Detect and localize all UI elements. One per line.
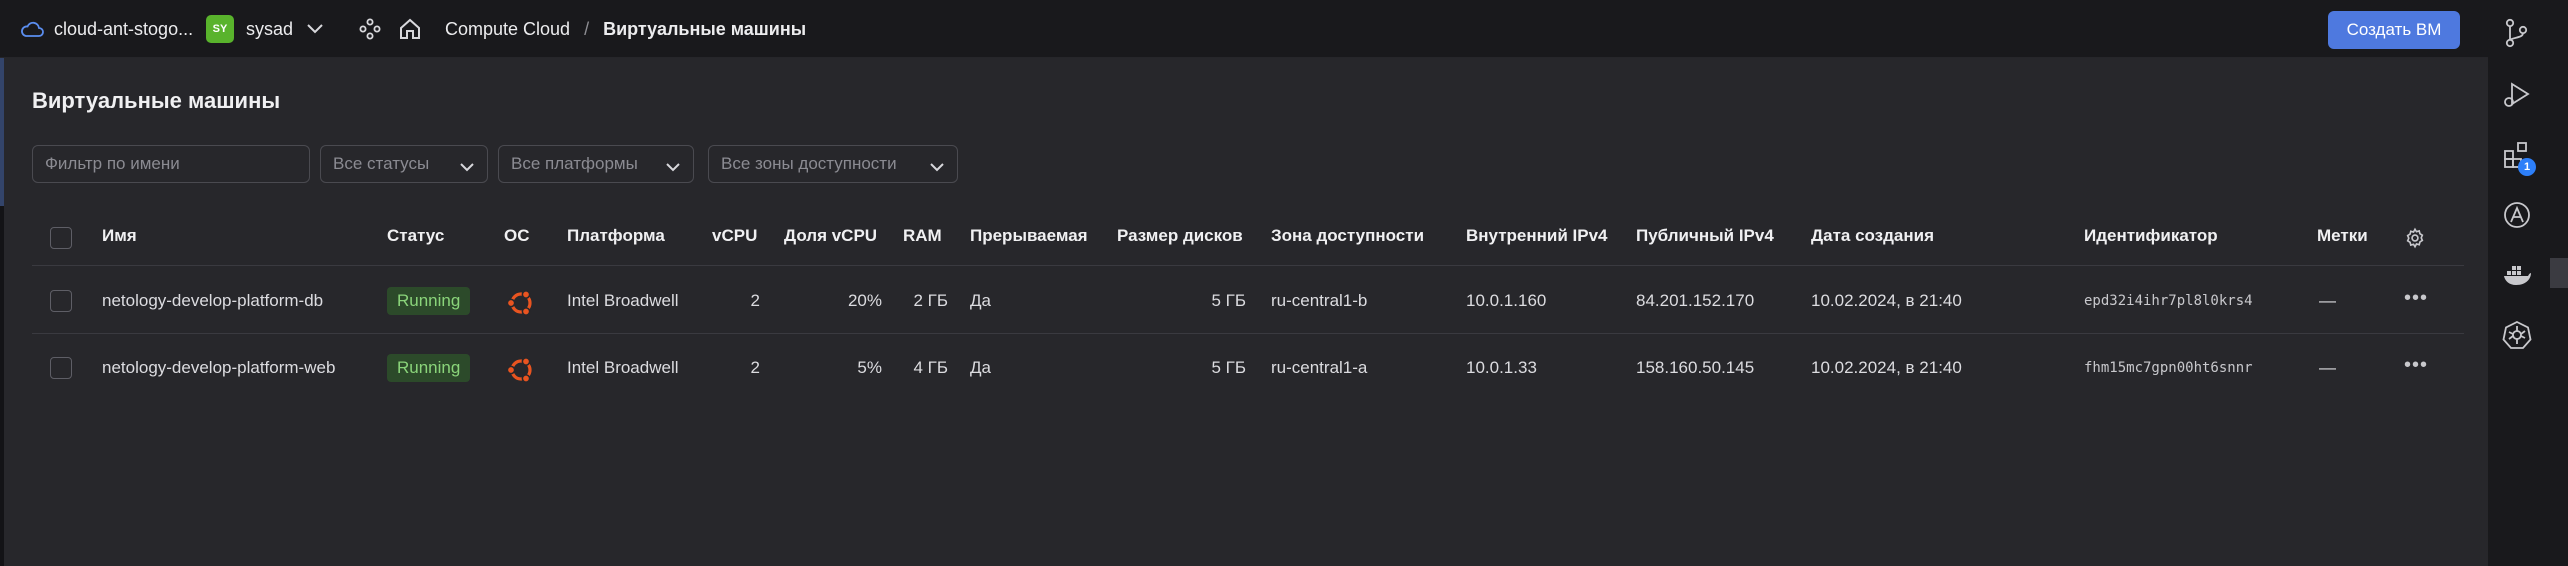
row-checkbox[interactable] bbox=[50, 290, 72, 312]
select-all-checkbox[interactable] bbox=[50, 227, 72, 249]
vm-internal-ip[interactable]: 10.0.1.160 bbox=[1466, 291, 1546, 311]
kubernetes-icon[interactable] bbox=[2502, 320, 2532, 355]
status-badge: Running bbox=[387, 287, 471, 315]
row-divider bbox=[32, 265, 2464, 266]
platform-filter-value: Все платформы bbox=[511, 154, 638, 173]
home-icon[interactable] bbox=[398, 0, 422, 58]
vm-created: 10.02.2024, в 21:40 bbox=[1811, 291, 1962, 310]
column-os[interactable]: ОС bbox=[504, 226, 530, 246]
vm-public-ip[interactable]: 158.160.50.145 bbox=[1636, 358, 1754, 378]
column-ram[interactable]: RAM bbox=[903, 226, 942, 246]
name-filter-input[interactable]: Фильтр по имени bbox=[32, 145, 310, 183]
cloud-selector[interactable]: cloud-ant-stogo... bbox=[20, 0, 193, 58]
breadcrumb-separator: / bbox=[584, 18, 590, 39]
vm-public-ip[interactable]: 84.201.152.170 bbox=[1636, 291, 1754, 311]
vm-labels: — bbox=[2319, 358, 2336, 377]
right-activity-bar: 1 bbox=[2488, 0, 2544, 566]
scrollbar-thumb[interactable] bbox=[2550, 258, 2568, 288]
column-platform[interactable]: Платформа bbox=[567, 226, 665, 246]
vm-vcpu: 2 bbox=[750, 358, 760, 377]
status-filter-select[interactable]: Все статусы bbox=[320, 145, 488, 183]
column-vcpu[interactable]: vCPU bbox=[712, 226, 757, 246]
zone-filter-select[interactable]: Все зоны доступности bbox=[708, 145, 958, 183]
more-actions-icon[interactable]: ••• bbox=[2404, 354, 2428, 377]
folder-badge: SY bbox=[206, 15, 234, 43]
vm-internal-ip[interactable]: 10.0.1.33 bbox=[1466, 358, 1537, 378]
column-internal-ip[interactable]: Внутренний IPv4 bbox=[1466, 226, 1608, 246]
chevron-down-icon bbox=[929, 158, 945, 178]
cloud-name: cloud-ant-stogo... bbox=[54, 18, 194, 39]
folder-selector[interactable]: SY sysad bbox=[206, 0, 293, 58]
name-filter-placeholder: Фильтр по имени bbox=[45, 154, 180, 173]
chevron-down-icon bbox=[665, 158, 681, 178]
column-labels[interactable]: Метки bbox=[2317, 226, 2368, 246]
vm-zone: ru-central1-a bbox=[1271, 358, 1368, 377]
vm-platform: Intel Broadwell bbox=[567, 291, 679, 310]
breadcrumb-compute-cloud[interactable]: Compute Cloud bbox=[445, 19, 570, 40]
vm-ram: 4 ГБ bbox=[913, 358, 948, 377]
column-disk-size[interactable]: Размер дисков bbox=[1117, 226, 1243, 246]
vm-id[interactable]: epd32i4ihr7pl8l0krs4 bbox=[2084, 293, 2253, 309]
platform-filter-select[interactable]: Все платформы bbox=[498, 145, 694, 183]
status-badge: Running bbox=[387, 354, 471, 382]
vm-vcpu-share: 5% bbox=[857, 358, 882, 377]
vm-zone: ru-central1-b bbox=[1271, 291, 1368, 310]
vm-name[interactable]: netology-develop-platform-db bbox=[102, 291, 323, 311]
folder-name: sysad bbox=[246, 18, 294, 39]
more-actions-icon[interactable]: ••• bbox=[2404, 287, 2428, 310]
services-icon[interactable] bbox=[358, 0, 382, 58]
gear-icon[interactable] bbox=[2404, 227, 2426, 254]
chevron-down-icon[interactable] bbox=[306, 0, 324, 58]
column-name[interactable]: Имя bbox=[102, 226, 137, 246]
vm-preemptible: Да bbox=[970, 358, 991, 377]
cloud-icon bbox=[20, 20, 44, 38]
status-filter-value: Все статусы bbox=[333, 154, 430, 173]
remote-explorer-icon[interactable] bbox=[2502, 200, 2532, 235]
column-id[interactable]: Идентификатор bbox=[2084, 226, 2218, 246]
create-vm-button[interactable]: Создать ВМ bbox=[2328, 11, 2460, 49]
ubuntu-icon bbox=[505, 354, 537, 391]
column-zone[interactable]: Зона доступности bbox=[1271, 226, 1424, 246]
column-preemptible[interactable]: Прерываемая bbox=[970, 226, 1088, 246]
column-status[interactable]: Статус bbox=[387, 226, 444, 246]
column-public-ip[interactable]: Публичный IPv4 bbox=[1636, 226, 1774, 246]
vm-disk-size: 5 ГБ bbox=[1211, 358, 1246, 377]
vm-platform: Intel Broadwell bbox=[567, 358, 679, 377]
column-vcpu-share[interactable]: Доля vCPU bbox=[784, 226, 877, 246]
column-created[interactable]: Дата создания bbox=[1811, 226, 1934, 246]
main-panel: Виртуальные машины Фильтр по имени Все с… bbox=[4, 58, 2488, 566]
chevron-down-icon bbox=[459, 158, 475, 178]
docker-icon[interactable] bbox=[2502, 262, 2532, 293]
vm-preemptible: Да bbox=[970, 291, 991, 310]
vm-vcpu: 2 bbox=[750, 291, 760, 310]
vm-vcpu-share: 20% bbox=[847, 291, 882, 310]
extensions-badge: 1 bbox=[2518, 158, 2536, 176]
zone-filter-value: Все зоны доступности bbox=[721, 154, 897, 173]
row-divider bbox=[32, 333, 2464, 334]
source-control-icon[interactable] bbox=[2502, 18, 2530, 53]
page-title: Виртуальные машины bbox=[32, 88, 281, 113]
vm-ram: 2 ГБ bbox=[913, 291, 948, 310]
vm-labels: — bbox=[2319, 291, 2336, 310]
row-checkbox[interactable] bbox=[50, 357, 72, 379]
run-debug-icon[interactable] bbox=[2502, 80, 2532, 115]
vm-name[interactable]: netology-develop-platform-web bbox=[102, 358, 335, 378]
breadcrumb-current: Виртуальные машины bbox=[603, 18, 807, 39]
vm-id[interactable]: fhm15mc7gpn00ht6snnr bbox=[2084, 360, 2253, 376]
vm-created: 10.02.2024, в 21:40 bbox=[1811, 358, 1962, 377]
ubuntu-icon bbox=[505, 287, 537, 324]
vm-disk-size: 5 ГБ bbox=[1211, 291, 1246, 310]
